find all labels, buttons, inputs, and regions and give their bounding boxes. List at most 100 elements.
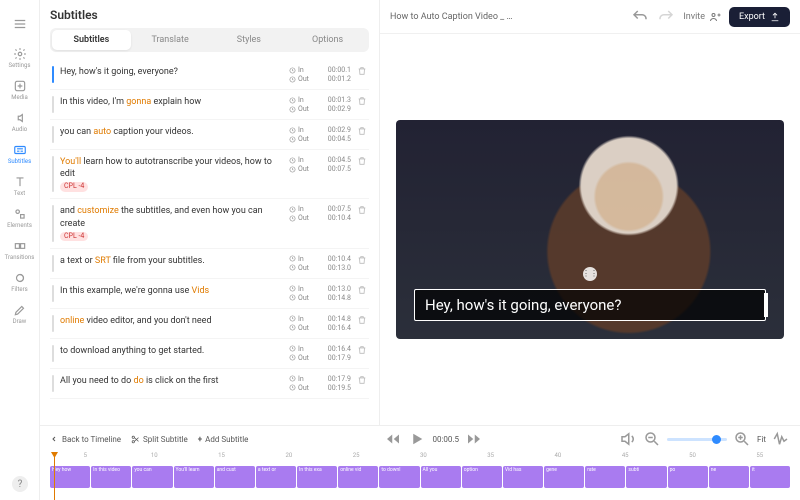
playhead-time: 00:00.5 [432, 435, 459, 444]
subtitle-line[interactable]: In this example, we're gonna use Vids In0… [50, 279, 369, 309]
timeline-clip[interactable]: a text or [256, 466, 296, 488]
nav-media[interactable]: Media [4, 74, 36, 106]
subtitle-line[interactable]: and customize the subtitles, and even ho… [50, 199, 369, 248]
zoom-in-icon[interactable] [733, 430, 751, 448]
subtitle-text[interactable]: a text or SRT file from your subtitles. [60, 255, 283, 267]
zoom-slider[interactable] [667, 438, 727, 441]
nav-subtitles[interactable]: Subtitles [4, 138, 36, 170]
nav-audio[interactable]: Audio [4, 106, 36, 138]
back-to-timeline-button[interactable]: Back to Timeline [50, 435, 121, 444]
timecodes: In00:02.9Out00:04.5 [289, 126, 351, 143]
delete-icon[interactable] [357, 156, 367, 166]
subtitle-line[interactable]: Hey, how's it going, everyone?In00:00.1O… [50, 60, 369, 90]
playhead[interactable] [54, 452, 55, 500]
bottom-section: Back to Timeline Split Subtitle +Add Sub… [40, 425, 800, 500]
waveform-toggle-icon[interactable] [772, 430, 790, 448]
add-subtitle-button[interactable]: +Add Subtitle [198, 435, 249, 444]
skip-forward-icon[interactable] [465, 430, 483, 448]
subtitle-line[interactable]: you can auto caption your videos. In00:02… [50, 120, 369, 150]
tab-subtitles[interactable]: Subtitles [52, 30, 131, 50]
timecodes: In00:10.4Out00:13.0 [289, 255, 351, 272]
delete-icon[interactable] [357, 205, 367, 215]
export-button[interactable]: Export [729, 7, 790, 27]
caption-overlay[interactable]: Hey, how's it going, everyone? [414, 289, 766, 321]
timeline-clip[interactable]: you can [132, 466, 172, 488]
timeline[interactable]: 510152025303540455055 Hey howIn this vid… [40, 452, 800, 500]
timeline-clip[interactable]: po [668, 466, 708, 488]
timeline-clip[interactable]: rate [585, 466, 625, 488]
delete-icon[interactable] [357, 285, 367, 295]
timeline-clip[interactable]: Hey how [50, 466, 90, 488]
main-area: Subtitles SubtitlesTranslateStylesOption… [40, 0, 800, 500]
timeline-clip[interactable]: and cust [215, 466, 255, 488]
delete-icon[interactable] [357, 345, 367, 355]
invite-button[interactable]: Invite [683, 11, 721, 23]
subtitle-text[interactable]: and customize the subtitles, and even ho… [60, 205, 283, 241]
preview-area: ⋮⋮ Hey, how's it going, everyone? [380, 34, 800, 425]
timeline-clip[interactable]: option [462, 466, 502, 488]
tab-translate[interactable]: Translate [131, 30, 210, 50]
timeline-clip[interactable]: gene [544, 466, 584, 488]
timeline-clip[interactable]: to downl [379, 466, 419, 488]
timecodes: In00:13.0Out00:14.8 [289, 285, 351, 302]
split-subtitle-button[interactable]: Split Subtitle [131, 435, 188, 444]
delete-icon[interactable] [357, 126, 367, 136]
timecodes: In00:17.9Out00:19.5 [289, 375, 351, 392]
subtitle-text[interactable]: Hey, how's it going, everyone? [60, 66, 283, 78]
undo-icon[interactable] [631, 8, 649, 26]
delete-icon[interactable] [357, 375, 367, 385]
timecodes: In00:01.3Out00:02.9 [289, 96, 351, 113]
video-preview[interactable]: ⋮⋮ Hey, how's it going, everyone? [396, 120, 784, 338]
subtitle-line[interactable]: In this video, I'm gonna explain how In00… [50, 90, 369, 120]
nav-settings[interactable]: Settings [4, 42, 36, 74]
top-bar: How to Auto Caption Video _ … Invite Exp… [380, 0, 800, 34]
subtitle-line[interactable]: a text or SRT file from your subtitles. I… [50, 249, 369, 279]
subtitle-line[interactable]: to download anything to get started.In00… [50, 339, 369, 369]
delete-icon[interactable] [357, 315, 367, 325]
subtitle-text[interactable]: You'll learn how to autotranscribe your … [60, 156, 283, 192]
timeline-clip[interactable]: subti [626, 466, 666, 488]
timeline-clip[interactable]: Vid has [503, 466, 543, 488]
panel-heading: Subtitles [50, 8, 369, 22]
tab-options[interactable]: Options [288, 30, 367, 50]
subtitle-text[interactable]: In this example, we're gonna use Vids [60, 285, 283, 297]
timeline-clip[interactable]: online vid [338, 466, 378, 488]
help-icon[interactable]: ? [12, 476, 28, 492]
delete-icon[interactable] [357, 66, 367, 76]
timeline-clip[interactable]: You'll learn [174, 466, 214, 488]
timeline-clip[interactable]: In this video [91, 466, 131, 488]
zoom-fit-button[interactable]: Fit [757, 435, 766, 444]
play-icon[interactable] [408, 430, 426, 448]
delete-icon[interactable] [357, 255, 367, 265]
volume-icon[interactable] [619, 430, 637, 448]
skip-back-icon[interactable] [384, 430, 402, 448]
timeline-clip[interactable]: In this exa [297, 466, 337, 488]
project-title: How to Auto Caption Video _ … [390, 12, 623, 22]
nav-filters[interactable]: Filters [4, 266, 36, 298]
subtitle-line[interactable]: online video editor, and you don't needI… [50, 309, 369, 339]
subtitle-text[interactable]: All you need to do do is click on the fi… [60, 375, 283, 387]
subtitle-track[interactable]: Hey howIn this videoyou canYou'll learna… [50, 466, 790, 488]
timeline-clip[interactable]: All you [421, 466, 461, 488]
nav-text[interactable]: Text [4, 170, 36, 202]
subtitle-text[interactable]: online video editor, and you don't need [60, 315, 283, 327]
zoom-out-icon[interactable] [643, 430, 661, 448]
cpl-badge: CPL -4 [60, 182, 88, 191]
timeline-clip[interactable]: ne [709, 466, 749, 488]
subtitle-text[interactable]: In this video, I'm gonna explain how [60, 96, 283, 108]
subtitle-line[interactable]: You'll learn how to autotranscribe your … [50, 150, 369, 199]
nav-draw[interactable]: Draw [4, 298, 36, 330]
timeline-ruler: 510152025303540455055 [50, 452, 790, 464]
nav-transitions[interactable]: Transitions [4, 234, 36, 266]
timeline-clip[interactable]: it [750, 466, 790, 488]
redo-icon[interactable] [657, 8, 675, 26]
subtitle-line[interactable]: All you need to do do is click on the fi… [50, 369, 369, 399]
caption-drag-handle[interactable]: ⋮⋮ [583, 267, 597, 281]
tab-styles[interactable]: Styles [210, 30, 289, 50]
subtitle-text[interactable]: to download anything to get started. [60, 345, 283, 357]
hamburger-icon[interactable] [4, 8, 36, 40]
delete-icon[interactable] [357, 96, 367, 106]
left-nav: SettingsMediaAudioSubtitlesTextElementsT… [0, 0, 40, 500]
subtitle-text[interactable]: you can auto caption your videos. [60, 126, 283, 138]
nav-elements[interactable]: Elements [4, 202, 36, 234]
